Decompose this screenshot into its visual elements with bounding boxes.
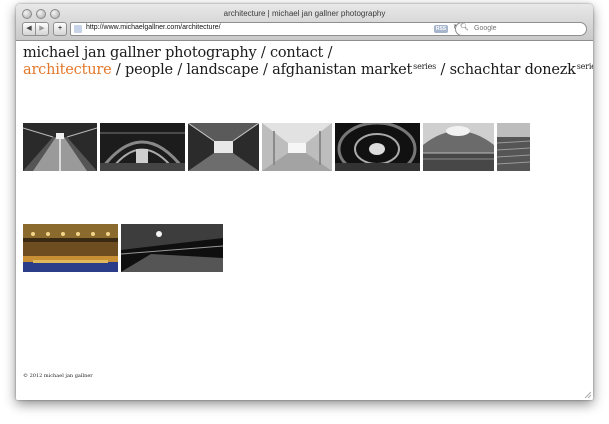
nav-separator: / xyxy=(256,45,270,61)
thumbnail-white-hall[interactable] xyxy=(262,123,332,171)
search-field[interactable]: 🔍︎ xyxy=(455,22,587,36)
nav2-link-landscape[interactable]: landscape xyxy=(186,62,258,78)
thumbnail-metro-corridor[interactable] xyxy=(188,123,259,171)
nav1-link-michael-jan-gallner-photography[interactable]: michael jan gallner photography xyxy=(23,45,257,61)
nav2-link-afghanistan-market[interactable]: afghanistan market xyxy=(272,62,412,78)
photo-corridor xyxy=(188,123,259,171)
photo-escalators xyxy=(23,123,97,171)
nav-separator: / xyxy=(436,62,450,78)
browser-toolbar: ◀ ▶ + http://www.michaelgallner.com/arch… xyxy=(22,22,587,36)
nav2-link-people[interactable]: people xyxy=(125,62,173,78)
photo-white-hall xyxy=(262,123,332,171)
series-superscript: series xyxy=(413,62,437,71)
nav2-link-architecture[interactable]: architecture xyxy=(23,62,112,78)
photo-arch-hall xyxy=(100,123,185,171)
thumbnail-empty-seats[interactable] xyxy=(497,123,530,171)
photo-theatre xyxy=(23,224,118,272)
back-button[interactable]: ◀ xyxy=(22,22,36,36)
address-bar[interactable]: http://www.michaelgallner.com/architectu… xyxy=(70,22,463,36)
series-superscript: series xyxy=(576,62,593,71)
forward-button[interactable]: ▶ xyxy=(35,22,49,36)
title-bar: architecture | michael jan gallner photo… xyxy=(16,4,593,41)
nav1-link-contact[interactable]: contact xyxy=(270,45,323,61)
page-content: michael jan gallner photography / contac… xyxy=(16,41,593,400)
nav-separator: / xyxy=(323,45,333,61)
photo-dome xyxy=(423,123,494,171)
nav-line-galleries: architecture / people / landscape / afgh… xyxy=(23,62,593,78)
url-text[interactable]: http://www.michaelgallner.com/architectu… xyxy=(86,24,221,31)
window-title: architecture | michael jan gallner photo… xyxy=(223,9,386,18)
thumbnail-night-underpass[interactable] xyxy=(121,224,223,272)
add-bookmark-button[interactable]: + xyxy=(53,22,67,36)
nav2-link-schachtar-donezk[interactable]: schachtar donezk xyxy=(450,62,576,78)
thumbnail-stadium-dome[interactable] xyxy=(423,123,494,171)
search-icon[interactable]: 🔍︎ xyxy=(460,23,469,31)
nav-separator: / xyxy=(172,62,187,78)
browser-window: architecture | michael jan gallner photo… xyxy=(16,4,593,400)
nav-line-primary: michael jan gallner photography / contac… xyxy=(23,45,332,61)
photo-tube xyxy=(335,123,420,171)
thumbnail-station-arch-hall[interactable] xyxy=(100,123,185,171)
favicon-icon xyxy=(74,25,82,33)
nav-separator: / xyxy=(111,62,125,78)
photo-underpass xyxy=(121,224,223,272)
search-input[interactable] xyxy=(474,23,579,34)
hand-cursor-icon: ☟ xyxy=(119,305,126,316)
footer-copyright: © 2012 michael jan gallner xyxy=(23,373,93,379)
thumbnail-theatre-interior[interactable] xyxy=(23,224,118,272)
resize-grip-icon[interactable] xyxy=(583,390,591,398)
thumbnail-tube-tunnel[interactable] xyxy=(335,123,420,171)
photo-seats xyxy=(497,123,530,171)
rss-icon[interactable]: RSS xyxy=(434,25,448,33)
thumbnail-escalators-tunnel[interactable] xyxy=(23,123,97,171)
nav-separator: / xyxy=(258,62,273,78)
